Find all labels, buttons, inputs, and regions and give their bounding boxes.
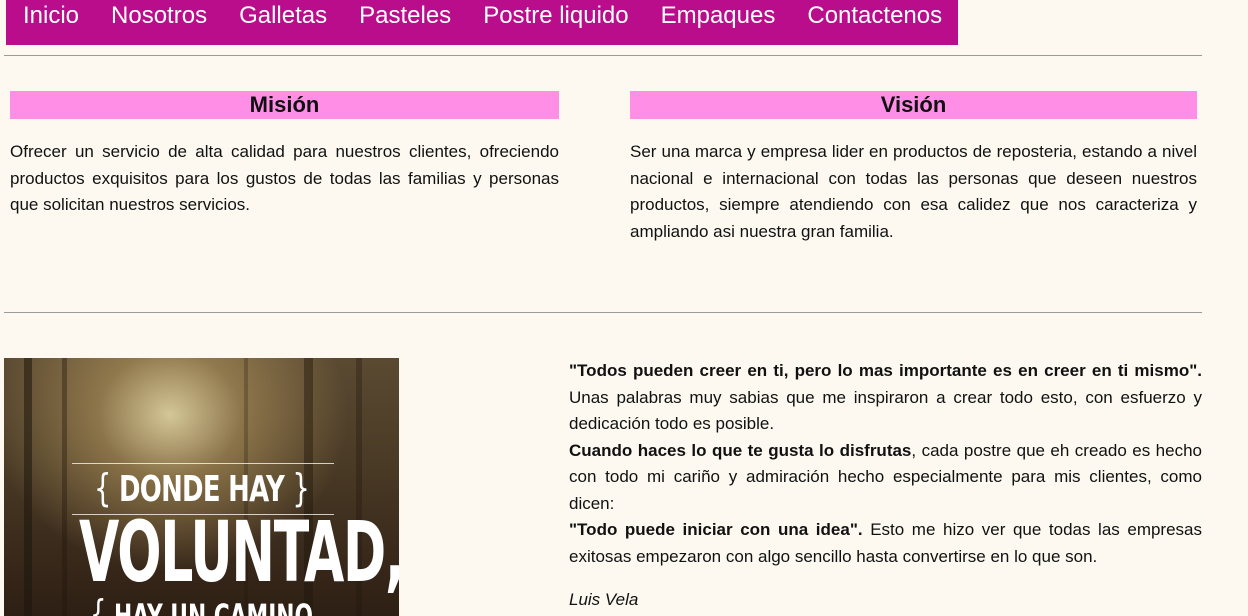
poster-text-overlay: { DONDE HAY } VOLUNTAD, { HAY UN CAMINO — [4, 358, 399, 616]
mission-title: Misión — [10, 91, 559, 119]
mission-text: Ofrecer un servicio de alta calidad para… — [10, 142, 559, 214]
quote-1-bold: "Todos pueden creer en ti, pero lo mas i… — [569, 361, 1202, 380]
quote-author: Luis Vela — [569, 590, 639, 609]
quote-paragraph-1: "Todos pueden creer en ti, pero lo mas i… — [569, 358, 1202, 438]
poster-line-3: { HAY UN CAMINO — [67, 592, 336, 616]
motivational-poster-image: { DONDE HAY } VOLUNTAD, { HAY UN CAMINO — [4, 358, 399, 616]
poster-rule — [72, 463, 334, 464]
nav-link-contactenos[interactable]: Contactenos — [807, 1, 942, 31]
nav-link-galletas[interactable]: Galletas — [239, 1, 327, 31]
vision-title: Visión — [630, 91, 1197, 119]
quote-2-bold: Cuando haces lo que te gusta lo disfruta… — [569, 440, 912, 460]
quotes-section: "Todos pueden creer en ti, pero lo mas i… — [569, 358, 1202, 570]
poster-line-2: VOLUNTAD, — [79, 503, 399, 601]
nav-link-inicio[interactable]: Inicio — [23, 1, 79, 31]
quote-3-bold: "Todo puede iniciar con una idea". — [569, 520, 863, 539]
poster-brace-open: { — [89, 592, 107, 616]
divider-middle — [4, 312, 1202, 313]
divider-top — [4, 55, 1202, 56]
quote-paragraph-2: Cuando haces lo que te gusta lo disfruta… — [569, 438, 1202, 518]
poster-line-3-text: HAY UN CAMINO — [113, 597, 314, 616]
quote-paragraph-3: "Todo puede iniciar con una idea". Esto … — [569, 517, 1202, 570]
quote-1-text: Unas palabras muy sabias que me inspirar… — [569, 387, 1202, 434]
vision-text: Ser una marca y empresa lider en product… — [630, 142, 1197, 241]
nav-link-nosotros[interactable]: Nosotros — [111, 1, 207, 31]
nav-link-postre-liquido[interactable]: Postre liquido — [483, 1, 628, 31]
nav-link-pasteles[interactable]: Pasteles — [359, 1, 451, 31]
main-nav: Inicio Nosotros Galletas Pasteles Postre… — [6, 0, 958, 45]
nav-link-empaques[interactable]: Empaques — [661, 1, 776, 31]
